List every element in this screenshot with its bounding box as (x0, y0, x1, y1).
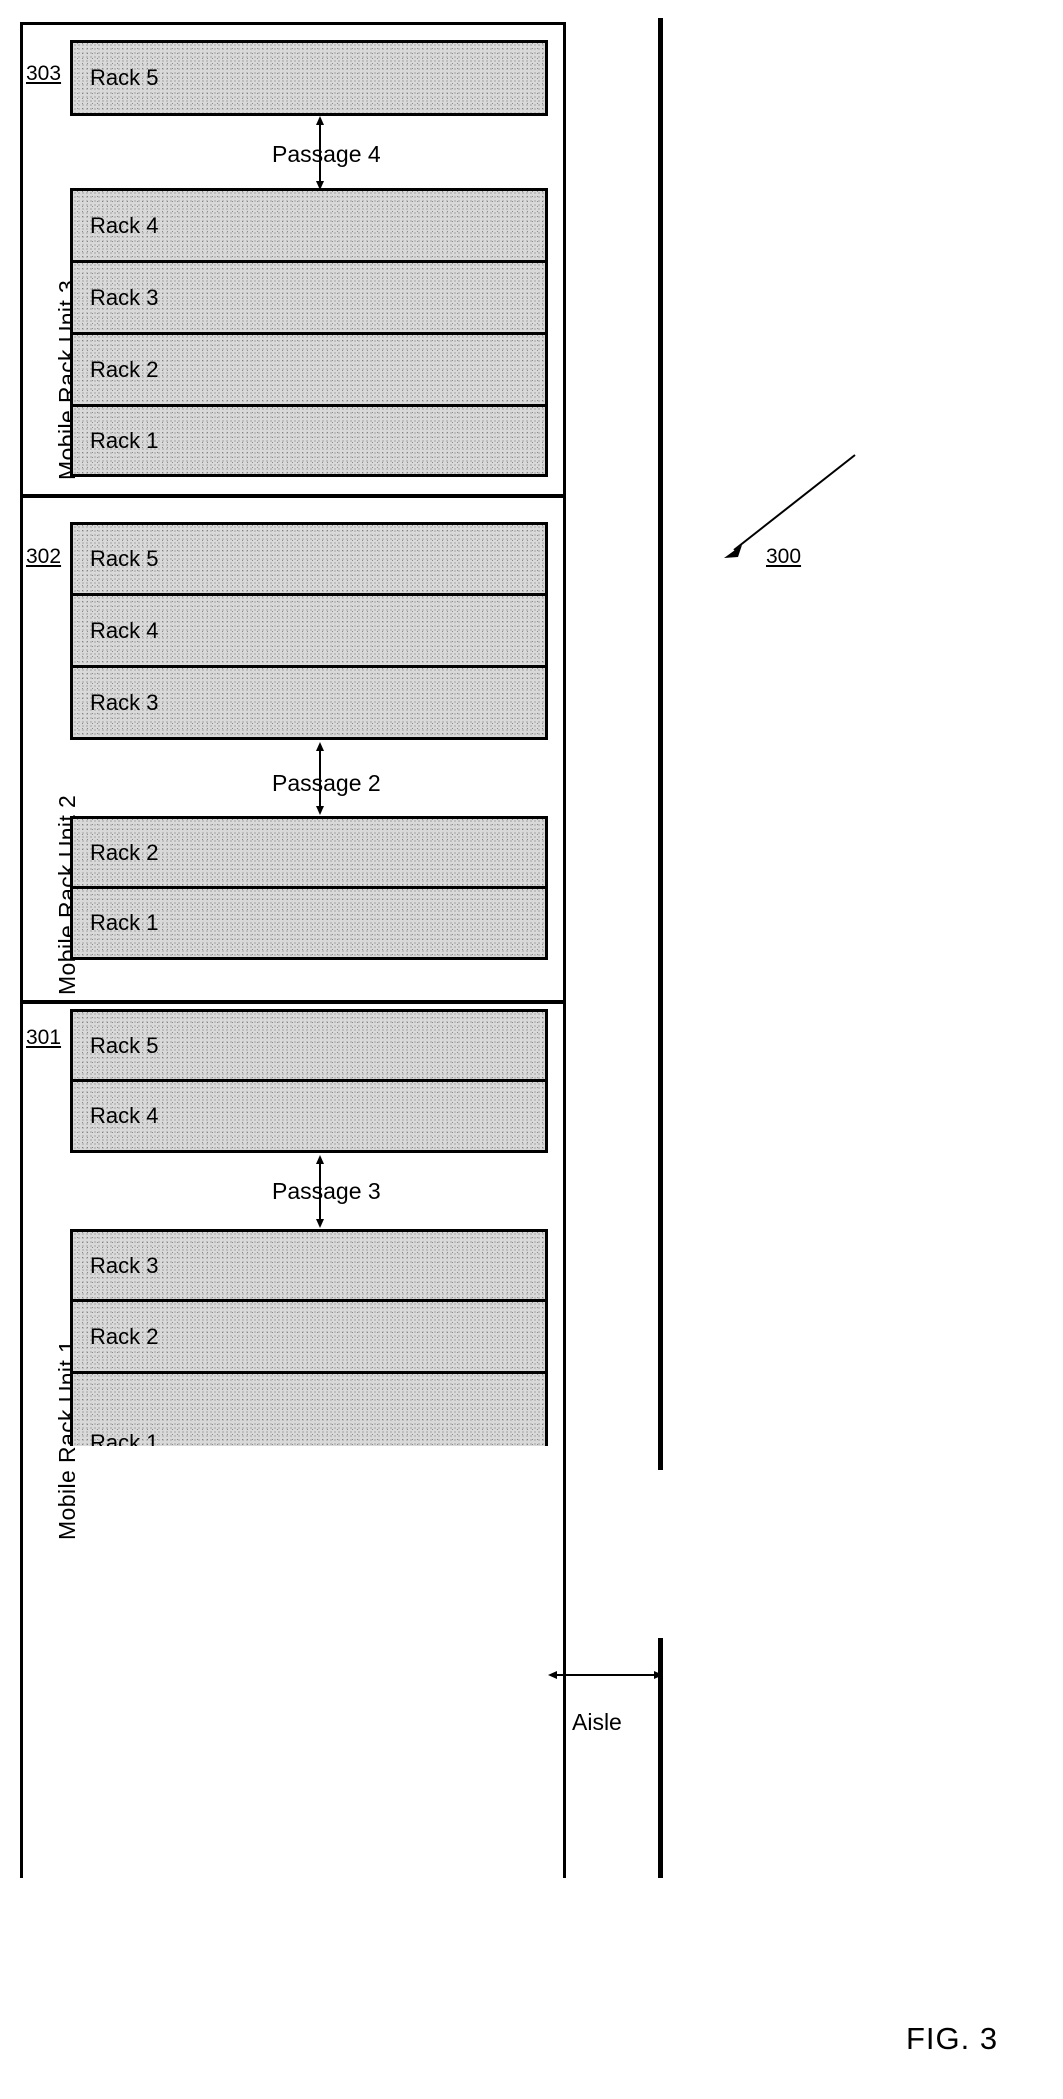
aisle-wall-upper (658, 18, 663, 1470)
passage-label: Passage 4 (272, 141, 381, 167)
rack-label: Rack 3 (90, 284, 159, 310)
rack-block[interactable]: Rack 1 (70, 405, 548, 477)
passage-label: Passage 2 (272, 770, 381, 796)
rack-label: Rack 2 (90, 839, 159, 865)
callout-300-label: 300 (766, 545, 802, 568)
unit-divider (20, 1000, 566, 1004)
rack-label: Rack 4 (90, 617, 159, 643)
rack-label: Rack 3 (90, 689, 159, 715)
rack-label: Rack 3 (90, 1252, 159, 1278)
rack-block[interactable]: Rack 3 (70, 1229, 548, 1302)
aisle-arrow-icon (548, 1671, 663, 1679)
aisle-label: Aisle (572, 1709, 622, 1735)
rack-label: Rack 1 (90, 427, 159, 453)
unit-reference-301: 301 (26, 1026, 62, 1049)
rack-label: Rack 1 (90, 1430, 159, 1447)
rack-block[interactable]: Rack 5 (70, 1009, 548, 1082)
unit-reference-302: 302 (26, 545, 62, 568)
rack-block[interactable]: Rack 5 (70, 40, 548, 116)
rack-label: Rack 5 (90, 65, 159, 90)
rack-block[interactable]: Rack 3 (70, 666, 548, 740)
rack-block[interactable]: Rack 3 (70, 261, 548, 335)
rack-block[interactable]: Rack 1 (70, 1372, 548, 1446)
rack-label: Rack 1 (90, 910, 159, 935)
passage-label: Passage 3 (272, 1178, 381, 1204)
unit-reference-303: 303 (26, 62, 62, 85)
rack-block[interactable]: Rack 2 (70, 1300, 548, 1374)
rack-block[interactable]: Rack 4 (70, 594, 548, 668)
figure-caption: FIG. 3 (906, 2021, 999, 2056)
rack-label: Rack 4 (90, 1103, 159, 1128)
rack-label: Rack 5 (90, 546, 159, 571)
rack-label: Rack 5 (90, 1032, 159, 1058)
rack-block[interactable]: Rack 2 (70, 333, 548, 407)
rack-block[interactable]: Rack 2 (70, 816, 548, 889)
rack-label: Rack 2 (90, 1323, 159, 1349)
rack-block[interactable]: Rack 4 (70, 1080, 548, 1153)
rack-label: Rack 2 (90, 356, 159, 382)
rack-label: Rack 4 (90, 212, 159, 238)
unit-divider (20, 494, 566, 498)
patent-figure: 303 Mobile Rack Unit 3 Rack 5 Passage 4 … (0, 0, 1063, 2099)
rack-block[interactable]: Rack 5 (70, 522, 548, 596)
rack-block[interactable]: Rack 4 (70, 188, 548, 263)
rack-block[interactable]: Rack 1 (70, 887, 548, 960)
